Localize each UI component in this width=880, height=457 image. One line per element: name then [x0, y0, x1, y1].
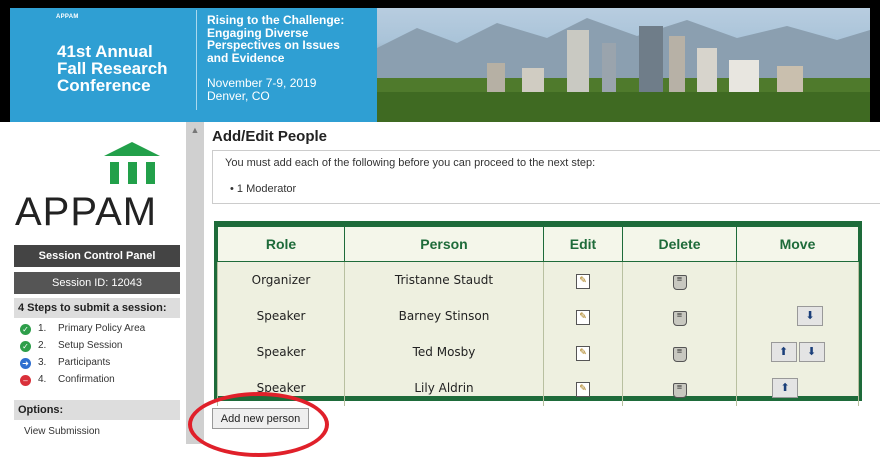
move-cell: ⬆ [736, 370, 859, 406]
check-icon: ✓ [20, 340, 31, 352]
step-confirmation[interactable]: – 4. Confirmation [20, 373, 115, 387]
edit-cell: ✎ [543, 370, 623, 406]
step-number: 4. [38, 374, 47, 385]
conference-theme: Rising to the Challenge: Engaging Divers… [207, 14, 375, 64]
theme-line: and Evidence [207, 50, 285, 65]
column-header-edit: Edit [543, 226, 623, 262]
move-down-button[interactable]: ⬇ [798, 342, 825, 362]
table-row: Speaker Barney Stinson ✎ ≡ ⬇ [217, 298, 859, 334]
step-number: 3. [38, 357, 47, 368]
conference-name: 41st Annual Fall Research Conference [57, 43, 168, 94]
conference-line: Conference [57, 76, 151, 95]
step-number: 1. [38, 323, 47, 334]
step-label: Primary Policy Area [58, 323, 146, 334]
steps-heading: 4 Steps to submit a session: [14, 298, 180, 318]
column-header-delete: Delete [622, 226, 737, 262]
step-setup-session[interactable]: ✓ 2. Setup Session [20, 339, 123, 353]
step-label: Confirmation [58, 374, 115, 385]
options-heading: Options: [14, 400, 180, 420]
delete-cell: ≡ [622, 370, 737, 406]
theme-line: Rising to the Challenge: [207, 13, 345, 27]
person-cell: Barney Stinson [344, 298, 544, 334]
person-cell: Ted Mosby [344, 334, 544, 370]
move-cell [736, 261, 859, 298]
delete-cell: ≡ [622, 261, 737, 298]
conference-dates: November 7-9, 2019 Denver, CO [207, 77, 316, 103]
city-skyline-photo [377, 8, 870, 122]
step-label: Setup Session [58, 340, 123, 351]
delete-cell: ≡ [622, 334, 737, 370]
page-title: Add/Edit People [212, 128, 328, 145]
table-row: Organizer Tristanne Staudt ✎ ≡ [217, 261, 859, 298]
table-row: Speaker Lily Aldrin ✎ ≡ ⬆ [217, 370, 859, 406]
move-up-button[interactable]: ⬆ [770, 342, 797, 362]
banner-divider [196, 10, 197, 110]
column-header-person: Person [344, 226, 544, 262]
person-cell: Lily Aldrin [344, 370, 544, 406]
arrow-right-icon: ➜ [20, 357, 31, 369]
trash-icon[interactable]: ≡ [672, 383, 687, 398]
edit-cell: ✎ [543, 261, 623, 298]
role-cell: Speaker [217, 298, 345, 334]
move-up-button[interactable]: ⬆ [772, 378, 798, 398]
session-control-panel-header: Session Control Panel [14, 245, 180, 267]
view-submission-link[interactable]: View Submission [24, 426, 100, 437]
edit-icon[interactable]: ✎ [576, 345, 590, 361]
edit-cell: ✎ [543, 334, 623, 370]
move-down-button[interactable]: ⬇ [797, 306, 823, 326]
scroll-up-icon[interactable]: ▲ [189, 125, 201, 135]
notice-text: You must add each of the following befor… [225, 157, 596, 169]
step-participants[interactable]: ➜ 3. Participants [20, 356, 110, 370]
trash-icon[interactable]: ≡ [672, 347, 687, 362]
conference-line: Fall Research [57, 59, 168, 78]
edit-cell: ✎ [543, 298, 623, 334]
session-id-badge: Session ID: 12043 [14, 272, 180, 294]
conference-line: 41st Annual [57, 42, 153, 61]
notice-requirement-item: • 1 Moderator [230, 183, 297, 195]
check-icon: ✓ [20, 323, 31, 335]
skyline-illustration [377, 18, 870, 122]
move-cell: ⬆ ⬇ [736, 334, 859, 370]
delete-cell: ≡ [622, 298, 737, 334]
requirements-notice: You must add each of the following befor… [212, 150, 880, 204]
trash-icon[interactable]: ≡ [672, 275, 687, 290]
sidebar-scrollbar[interactable] [186, 122, 204, 444]
step-primary-policy-area[interactable]: ✓ 1. Primary Policy Area [20, 322, 145, 336]
column-header-move: Move [736, 226, 859, 262]
person-cell: Tristanne Staudt [344, 261, 544, 298]
appam-wordmark: APPAM [15, 190, 158, 234]
role-cell: Speaker [217, 334, 345, 370]
table-header-row: Role Person Edit Delete Move [217, 226, 859, 262]
conference-banner: APPAM 41st Annual Fall Research Conferen… [0, 0, 880, 122]
edit-icon[interactable]: ✎ [576, 273, 590, 289]
column-header-role: Role [217, 226, 345, 262]
table-row: Speaker Ted Mosby ✎ ≡ ⬆ ⬇ [217, 334, 859, 370]
people-table: Role Person Edit Delete Move Organizer T… [214, 221, 862, 406]
edit-icon[interactable]: ✎ [576, 309, 590, 325]
building-columns-icon [104, 142, 160, 184]
conference-location: Denver, CO [207, 89, 270, 103]
theme-line: Perspectives on Issues [207, 38, 340, 52]
move-cell: ⬇ [736, 298, 859, 334]
highlight-annotation-circle [188, 392, 329, 457]
minus-icon: – [20, 374, 31, 386]
step-label: Participants [58, 357, 111, 368]
step-number: 2. [38, 340, 47, 351]
role-cell: Organizer [217, 261, 345, 298]
edit-icon[interactable]: ✎ [576, 381, 590, 397]
banner-small-logo: APPAM [56, 14, 79, 20]
trash-icon[interactable]: ≡ [672, 311, 687, 326]
banner-edge [870, 0, 880, 122]
